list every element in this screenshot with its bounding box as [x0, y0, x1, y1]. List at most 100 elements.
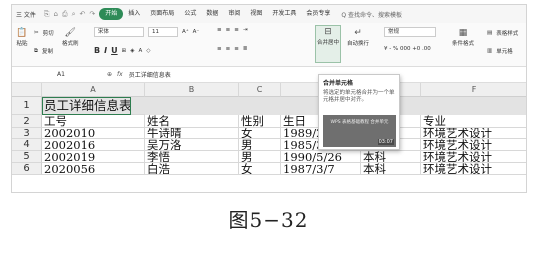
- paste-button[interactable]: 📋 粘贴: [16, 27, 28, 48]
- active-cell-border: [42, 97, 131, 115]
- merge-center-button[interactable]: ⊟ 合并居中: [315, 25, 341, 63]
- underline-button[interactable]: U: [111, 46, 118, 55]
- align-right-icon[interactable]: ≡: [234, 46, 239, 52]
- border-icon[interactable]: ⊞: [122, 48, 127, 54]
- table-cell[interactable]: 2002019: [42, 151, 145, 163]
- tab-developer[interactable]: 开发工具: [267, 8, 301, 20]
- row-header[interactable]: 4: [12, 139, 42, 151]
- align-top-icon[interactable]: ≡: [217, 27, 222, 33]
- select-all-corner[interactable]: [12, 83, 42, 97]
- tab-insert[interactable]: 插入: [123, 8, 145, 20]
- undo-icon[interactable]: ↶: [80, 10, 86, 19]
- justify-icon[interactable]: ≣: [243, 46, 248, 52]
- table-cell[interactable]: 男: [239, 151, 281, 163]
- paste-icon: 📋: [16, 27, 28, 38]
- format-painter-button[interactable]: 🖌 格式刷: [62, 27, 79, 48]
- column-header-f[interactable]: F: [421, 83, 526, 97]
- redo-icon[interactable]: ↷: [89, 10, 95, 19]
- clear-icon[interactable]: ◇: [146, 48, 150, 54]
- conditional-format-button[interactable]: ▦ 条件格式: [452, 27, 475, 48]
- zoom-icon[interactable]: ⊕: [107, 71, 112, 78]
- bold-button[interactable]: B: [94, 46, 100, 55]
- file-menu[interactable]: 三 文件: [12, 10, 40, 19]
- copy-icon: ⧉: [34, 47, 38, 54]
- cut-button[interactable]: ✂ 剪切: [34, 29, 54, 37]
- font-size-select[interactable]: 11: [148, 27, 178, 37]
- table-cell[interactable]: 2002016: [42, 139, 145, 151]
- name-box[interactable]: A1: [12, 71, 107, 78]
- row-header[interactable]: 6: [12, 163, 42, 175]
- shrink-font-icon[interactable]: A⁻: [193, 29, 200, 35]
- header-cell[interactable]: 性别: [239, 115, 281, 128]
- align-center-icon[interactable]: ≡: [226, 46, 231, 52]
- indent-icon[interactable]: ⇥: [243, 27, 248, 33]
- file-label: 三 文件: [16, 11, 36, 19]
- table-cell[interactable]: 本科: [361, 151, 421, 163]
- table-cell[interactable]: 环境艺术设计: [421, 139, 526, 151]
- table-cell[interactable]: 本科: [361, 163, 421, 175]
- tab-formulas[interactable]: 公式: [179, 8, 201, 20]
- number-buttons[interactable]: ¥ - % 000 +0 .00: [384, 46, 431, 52]
- print-icon[interactable]: ⎙: [62, 10, 68, 19]
- table-cell[interactable]: 环境艺术设计: [421, 163, 526, 175]
- row-header[interactable]: 3: [12, 128, 42, 139]
- table-cell[interactable]: 白浩: [145, 163, 239, 175]
- video-title: WPS 表格基础教程 合并单元: [330, 120, 389, 125]
- row-header[interactable]: 2: [12, 115, 42, 128]
- header-cell[interactable]: 姓名: [145, 115, 239, 128]
- ribbon-tabs: 开始 插入 页面布局 公式 数据 审阅 视图 开发工具 会员专享: [99, 8, 335, 20]
- table-cell[interactable]: 环境艺术设计: [421, 128, 526, 139]
- row-header[interactable]: 5: [12, 151, 42, 163]
- command-search[interactable]: Q 查找命令、搜索模板: [341, 10, 402, 19]
- table-cell[interactable]: 2020056: [42, 163, 145, 175]
- align-middle-icon[interactable]: ≡: [226, 27, 231, 33]
- table-cell[interactable]: 男: [239, 139, 281, 151]
- table-style-button[interactable]: ▤ 表格样式: [487, 29, 518, 37]
- format-painter-label: 格式刷: [62, 41, 79, 47]
- fx-icon[interactable]: fx: [117, 71, 123, 78]
- align-bottom-icon[interactable]: ≡: [234, 27, 239, 33]
- table-cell[interactable]: 李悟: [145, 151, 239, 163]
- tab-view[interactable]: 视图: [245, 8, 267, 20]
- table-cell[interactable]: 1990/5/26: [281, 151, 361, 163]
- table-style-icon: ▤: [487, 30, 493, 36]
- table-cell[interactable]: 吴万洛: [145, 139, 239, 151]
- tab-member[interactable]: 会员专享: [301, 8, 335, 20]
- preview-icon[interactable]: ⌕: [72, 10, 76, 19]
- table-cell[interactable]: 牛诗晴: [145, 128, 239, 139]
- figure-caption: 图5−32: [228, 208, 309, 232]
- open-icon[interactable]: ⌂: [54, 10, 58, 19]
- tab-page-layout[interactable]: 页面布局: [145, 8, 179, 20]
- tab-home[interactable]: 开始: [99, 8, 124, 20]
- column-header-a[interactable]: A: [42, 83, 145, 97]
- font-name-select[interactable]: 宋体: [94, 27, 144, 37]
- table-cell[interactable]: 2002010: [42, 128, 145, 139]
- cell-style-button[interactable]: ▥ 单元格: [487, 47, 513, 55]
- align-left-icon[interactable]: ≡: [217, 46, 222, 52]
- column-header-c[interactable]: C: [239, 83, 281, 97]
- wrap-text-button[interactable]: ↵ 自动换行: [347, 27, 369, 48]
- table-cell[interactable]: 环境艺术设计: [421, 151, 526, 163]
- table-cell[interactable]: 1987/3/7: [281, 163, 361, 175]
- copy-button[interactable]: ⧉ 复制: [34, 47, 53, 56]
- new-icon[interactable]: ⎘: [44, 10, 50, 19]
- column-header-b[interactable]: B: [145, 83, 239, 97]
- header-cell[interactable]: 工号: [42, 115, 145, 128]
- table-cell[interactable]: 女: [239, 128, 281, 139]
- merge-icon: ⊟: [324, 26, 332, 37]
- fill-color-icon[interactable]: ◈: [130, 48, 134, 54]
- conditional-format-label: 条件格式: [452, 41, 475, 47]
- formula-input[interactable]: 员工详细信息表: [129, 70, 171, 79]
- row-header[interactable]: 1: [12, 97, 42, 115]
- header-cell[interactable]: 专业: [421, 115, 526, 128]
- number-format-select[interactable]: 常规: [384, 27, 436, 37]
- formula-bar: A1 ⊕ fx 员工详细信息表: [12, 67, 526, 83]
- tab-data[interactable]: 数据: [201, 8, 223, 20]
- font-color-icon[interactable]: A: [138, 48, 142, 54]
- fx-group: ⊕ fx: [107, 71, 123, 78]
- italic-button[interactable]: I: [104, 46, 107, 55]
- table-cell[interactable]: 女: [239, 163, 281, 175]
- tab-review[interactable]: 审阅: [223, 8, 245, 20]
- tooltip-video[interactable]: WPS 表格基础教程 合并单元 03:07: [323, 115, 396, 147]
- grow-font-icon[interactable]: A⁺: [182, 29, 189, 35]
